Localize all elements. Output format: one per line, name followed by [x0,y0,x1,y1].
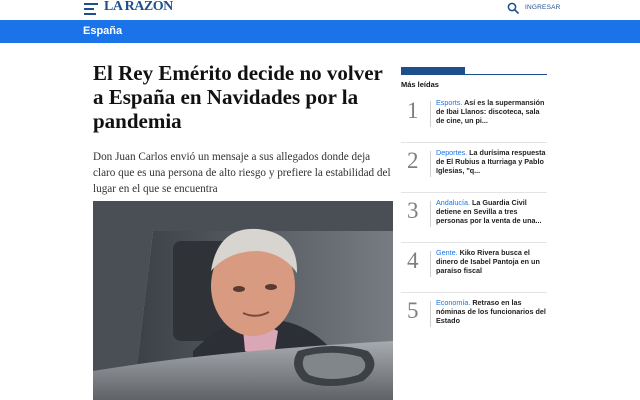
divider [401,242,547,243]
divider [430,251,431,277]
item-category[interactable]: Economía. [436,298,470,307]
item-headline[interactable]: Andalucía. La Guardia Civil detiene en S… [436,198,548,225]
item-headline[interactable]: Deportes. La durísima respuesta de El Ru… [436,148,548,175]
item-category[interactable]: Deportes. [436,148,467,157]
item-rank: 4 [407,248,419,273]
most-read-item[interactable]: 2 Deportes. La durísima respuesta de El … [401,148,547,200]
sidebar-tab-marker [401,67,465,74]
item-rank: 3 [407,198,419,223]
divider [430,301,431,327]
article-photo-illustration [93,201,393,400]
item-category[interactable]: Esports. [436,98,462,107]
search-icon[interactable] [507,2,519,14]
article-lead: Don Juan Carlos envió un mensaje a sus a… [93,151,391,195]
divider [401,192,547,193]
divider [430,151,431,177]
divider [430,201,431,227]
item-rank: 5 [407,298,419,323]
item-category[interactable]: Gente. [436,248,458,257]
item-headline[interactable]: Economía. Retraso en las nóminas de los … [436,298,548,325]
divider [401,142,547,143]
most-read-item[interactable]: 5 Economía. Retraso en las nóminas de lo… [401,298,547,350]
item-rank: 2 [407,148,419,173]
most-read-item[interactable]: 1 Esports. Así es la supermansión de Iba… [401,98,547,150]
section-bar: España [0,20,640,43]
most-read-item[interactable]: 3 Andalucía. La Guardia Civil detiene en… [401,198,547,250]
site-logo[interactable]: LA RAZÓN [104,0,173,15]
sidebar-rule [401,74,547,75]
divider [401,292,547,293]
menu-icon[interactable] [84,3,98,15]
article-headline: El Rey Emérito decide no volver a España… [93,61,383,133]
top-header: LA RAZÓN INGRESAR [0,0,640,20]
item-rank: 1 [407,98,419,123]
login-link[interactable]: INGRESAR [525,4,561,11]
most-read-item[interactable]: 4 Gente. Kiko Rivera busca el dinero de … [401,248,547,300]
item-headline[interactable]: Gente. Kiko Rivera busca el dinero de Is… [436,248,548,275]
divider [430,101,431,127]
item-headline[interactable]: Esports. Así es la supermansión de Ibai … [436,98,548,125]
article-photo [93,201,393,400]
item-category[interactable]: Andalucía. [436,198,470,207]
section-label[interactable]: España [83,25,122,37]
sidebar-title: Más leídas [401,80,439,89]
